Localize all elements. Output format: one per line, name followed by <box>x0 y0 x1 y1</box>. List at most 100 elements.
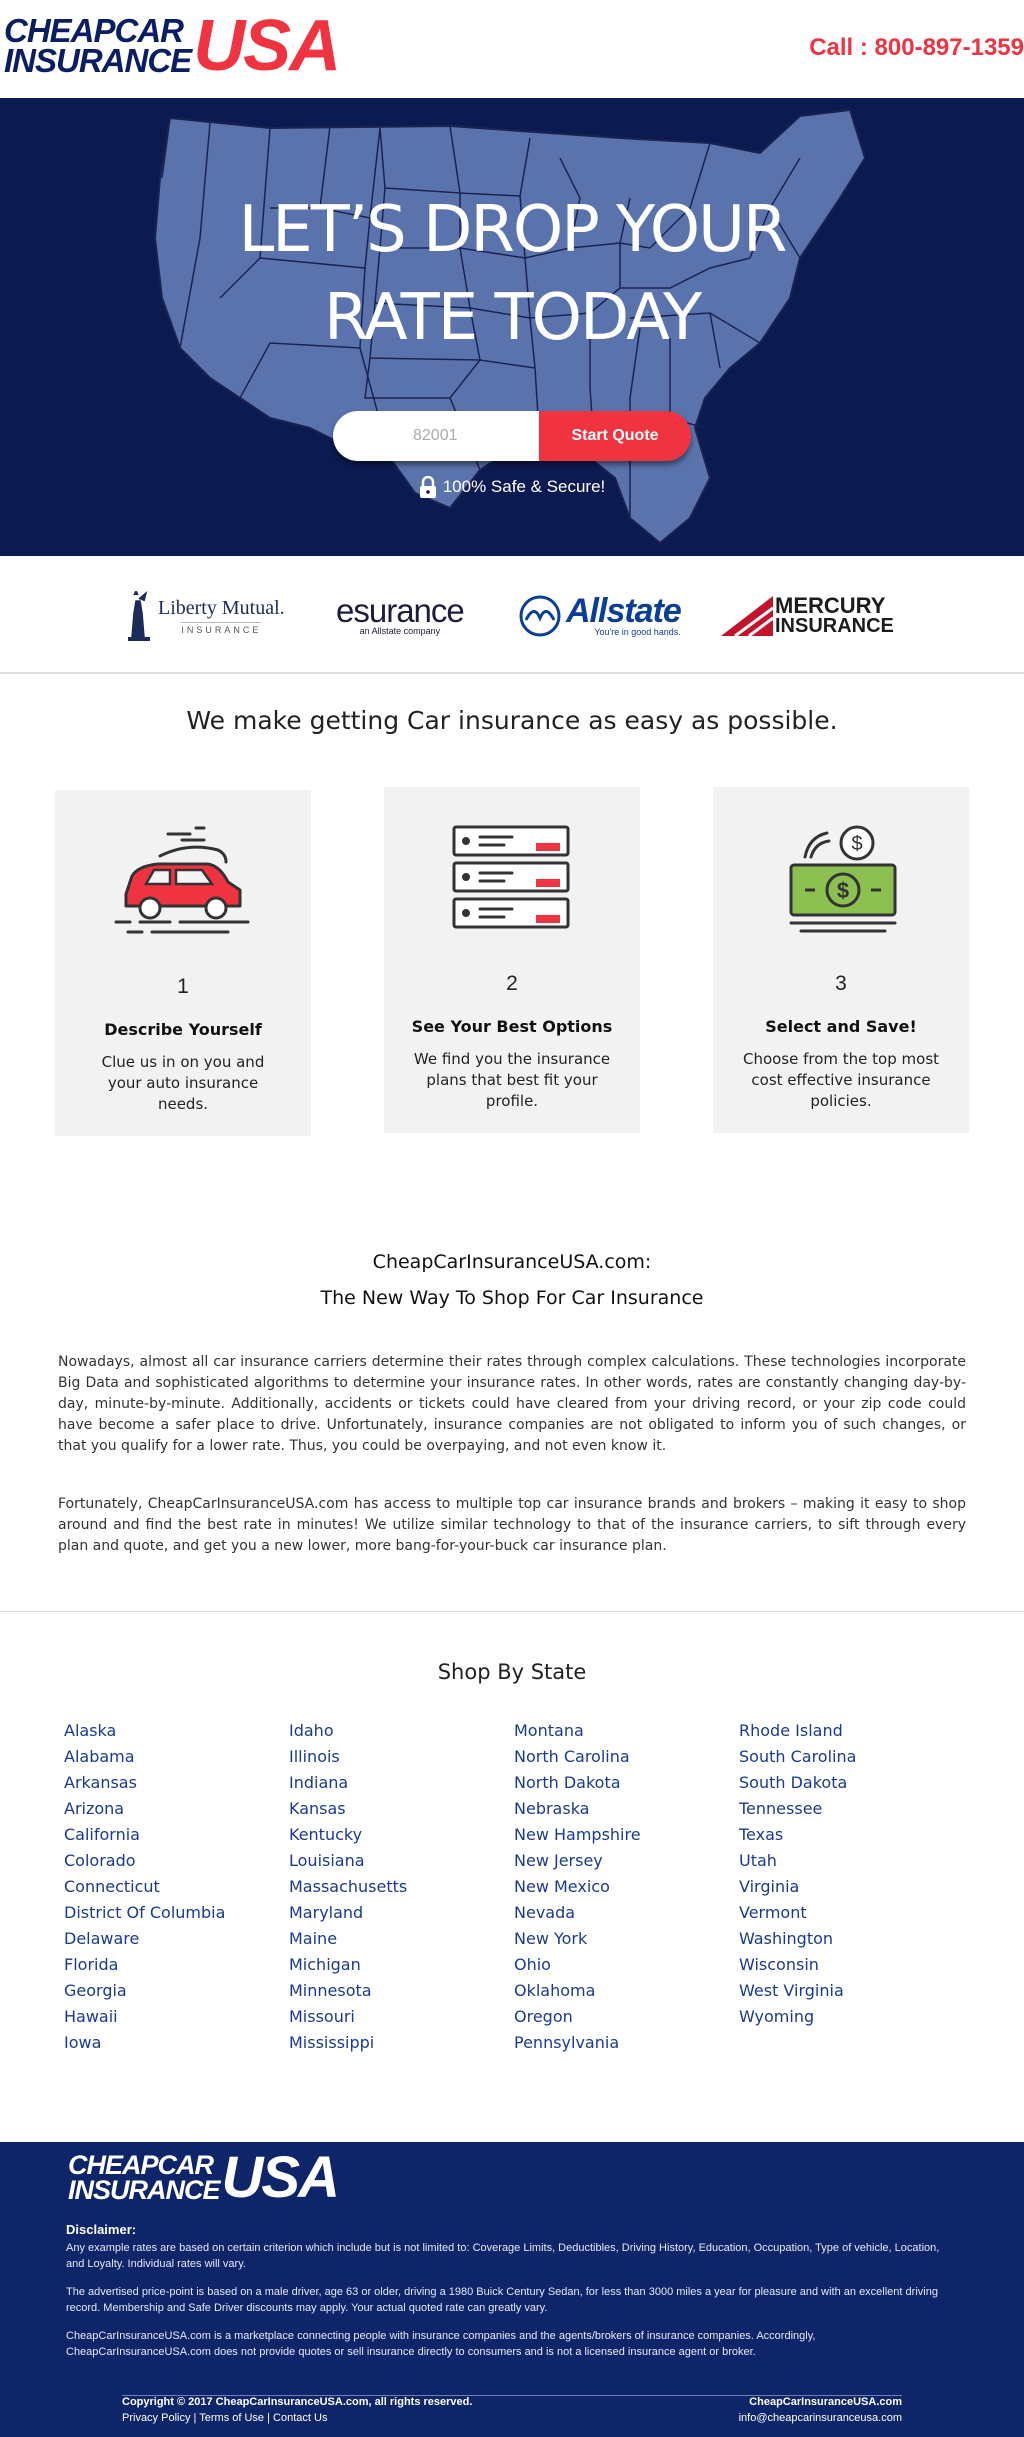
state-link[interactable]: Montana <box>514 1718 641 1744</box>
state-link[interactable]: New York <box>514 1926 641 1952</box>
step-card-2: 2 See Your Best Options We find you the … <box>384 787 640 1133</box>
mercury-triangle-icon <box>721 596 773 636</box>
state-link[interactable]: Pennsylvania <box>514 2030 641 2056</box>
state-link[interactable]: West Virginia <box>739 1978 856 2004</box>
mercury-line2: INSURANCE <box>775 615 894 637</box>
statue-of-liberty-icon <box>128 591 150 641</box>
site-footer: CHEAPCAR INSURANCE USA Disclaimer: Any e… <box>0 2142 1024 2437</box>
car-icon <box>114 826 250 934</box>
state-link[interactable]: Nebraska <box>514 1796 641 1822</box>
states-column-3: Montana North Carolina North Dakota Nebrask… <box>514 1718 641 2056</box>
state-link[interactable]: Minnesota <box>289 1978 407 2004</box>
step-number-1: 1 <box>177 975 189 998</box>
contact-us-link[interactable]: Contact Us <box>273 2412 327 2424</box>
allstate-hands-icon <box>519 595 561 637</box>
state-link[interactable]: Massachusetts <box>289 1874 407 1900</box>
footer-links: Privacy Policy | Terms of Use | Contact … <box>122 2412 327 2424</box>
state-link[interactable]: Vermont <box>739 1900 856 1926</box>
state-link[interactable]: South Dakota <box>739 1770 856 1796</box>
step-title-2: See Your Best Options <box>411 1017 613 1036</box>
state-link[interactable]: Georgia <box>64 1978 225 2004</box>
state-link[interactable]: Arizona <box>64 1796 225 1822</box>
state-link[interactable]: Arkansas <box>64 1770 225 1796</box>
state-link[interactable]: New Hampshire <box>514 1822 641 1848</box>
state-link[interactable]: Maryland <box>289 1900 407 1926</box>
state-link[interactable]: Wisconsin <box>739 1952 856 1978</box>
about-paragraph-2: Fortunately, CheapCarInsuranceUSA.com ha… <box>58 1496 966 1554</box>
state-link[interactable]: Tennessee <box>739 1796 856 1822</box>
section-divider <box>0 1611 1024 1612</box>
call-phone-link[interactable]: Call : 800-897-1359 <box>809 34 1024 62</box>
money-icon: $ $ <box>789 825 897 933</box>
footer-logo[interactable]: CHEAPCAR INSURANCE USA <box>68 2149 340 2207</box>
state-link[interactable]: Nevada <box>514 1900 641 1926</box>
state-link[interactable]: Idaho <box>289 1718 407 1744</box>
state-link[interactable]: Louisiana <box>289 1848 407 1874</box>
state-link[interactable]: Kentucky <box>289 1822 407 1848</box>
state-link[interactable]: Alaska <box>64 1718 225 1744</box>
state-link[interactable]: Mississippi <box>289 2030 407 2056</box>
about-title: CheapCarInsuranceUSA.com: The New Way To… <box>0 1244 1024 1316</box>
state-link[interactable]: Oklahoma <box>514 1978 641 2004</box>
state-link[interactable]: Connecticut <box>64 1874 225 1900</box>
hero-title: LET’S DROP YOUR RATE TODAY <box>0 186 1024 362</box>
mercury-line1: MERCURY <box>775 593 886 618</box>
disclaimer-title: Disclaimer: <box>66 2222 137 2237</box>
state-link[interactable]: North Dakota <box>514 1770 641 1796</box>
step-card-3: $ $ 3 Select and Save! Choose from the t… <box>713 787 969 1133</box>
state-link[interactable]: Texas <box>739 1822 856 1848</box>
footer-sep-1: | <box>190 2412 200 2424</box>
state-link[interactable]: Maine <box>289 1926 407 1952</box>
state-link[interactable]: Utah <box>739 1848 856 1874</box>
step-card-1: 1 Describe Yourself Clue us in on you an… <box>55 790 311 1136</box>
state-link[interactable]: Virginia <box>739 1874 856 1900</box>
liberty-mutual-logo: Liberty Mutual. INSURANCE <box>126 586 285 646</box>
site-header: CHEAPCAR INSURANCE USA Call : 800-897-13… <box>0 0 1024 98</box>
start-quote-button[interactable]: Start Quote <box>539 411 691 461</box>
state-link[interactable]: South Carolina <box>739 1744 856 1770</box>
states-column-2: Idaho Illinois Indiana Kansas Kentucky Louisi… <box>289 1718 407 2056</box>
state-link[interactable]: Delaware <box>64 1926 225 1952</box>
state-link[interactable]: Missouri <box>289 2004 407 2030</box>
steps-section-title: We make getting Car insurance as easy as… <box>186 706 838 735</box>
hero-section: LET’S DROP YOUR RATE TODAY Start Quote 1… <box>0 98 1024 556</box>
allstate-logo: Allstate You're in good hands. <box>516 586 682 646</box>
state-link[interactable]: Hawaii <box>64 2004 225 2030</box>
state-link[interactable]: Kansas <box>289 1796 407 1822</box>
lock-icon <box>419 476 436 498</box>
state-link[interactable]: New Jersey <box>514 1848 641 1874</box>
esurance-sub: an Allstate company <box>359 626 441 636</box>
state-link[interactable]: Rhode Island <box>739 1718 856 1744</box>
state-link[interactable]: Florida <box>64 1952 225 1978</box>
footer-email-link[interactable]: info@cheapcarinsuranceusa.com <box>739 2412 902 2424</box>
state-link[interactable]: Oregon <box>514 2004 641 2030</box>
terms-of-use-link[interactable]: Terms of Use <box>199 2412 264 2424</box>
allstate-sub: You're in good hands. <box>594 627 681 637</box>
state-link[interactable]: Washington <box>739 1926 856 1952</box>
footer-sep-2: | <box>264 2412 274 2424</box>
state-link[interactable]: Michigan <box>289 1952 407 1978</box>
hero-title-line1: LET’S DROP YOUR <box>238 193 788 267</box>
about-paragraph-1: Nowadays, almost all car insurance carri… <box>58 1354 966 1454</box>
privacy-policy-link[interactable]: Privacy Policy <box>122 2412 190 2424</box>
state-link[interactable]: California <box>64 1822 225 1848</box>
state-link[interactable]: Colorado <box>64 1848 225 1874</box>
state-link[interactable]: Illinois <box>289 1744 407 1770</box>
state-link[interactable]: Wyoming <box>739 2004 856 2030</box>
state-link[interactable]: North Carolina <box>514 1744 641 1770</box>
logo-text-line2: INSURANCE <box>4 42 192 79</box>
state-link[interactable]: District Of Columbia <box>64 1900 225 1926</box>
state-link[interactable]: New Mexico <box>514 1874 641 1900</box>
site-logo[interactable]: CHEAPCAR INSURANCE USA <box>4 10 341 82</box>
state-link[interactable]: Iowa <box>64 2030 225 2056</box>
zip-code-input[interactable] <box>333 411 539 461</box>
states-column-4: Rhode Island South Carolina South Dakota Te… <box>739 1718 856 2030</box>
state-link[interactable]: Ohio <box>514 1952 641 1978</box>
disclaimer-1: Any example rates are based on certain c… <box>66 2242 940 2270</box>
secure-text: 100% Safe & Secure! <box>442 477 606 496</box>
liberty-mutual-name: Liberty Mutual. <box>158 597 285 619</box>
state-link[interactable]: Alabama <box>64 1744 225 1770</box>
states-column-1: Alaska Alabama Arkansas Arizona California Co… <box>64 1718 225 2056</box>
state-link[interactable]: Indiana <box>289 1770 407 1796</box>
liberty-mutual-sub: INSURANCE <box>181 622 262 635</box>
